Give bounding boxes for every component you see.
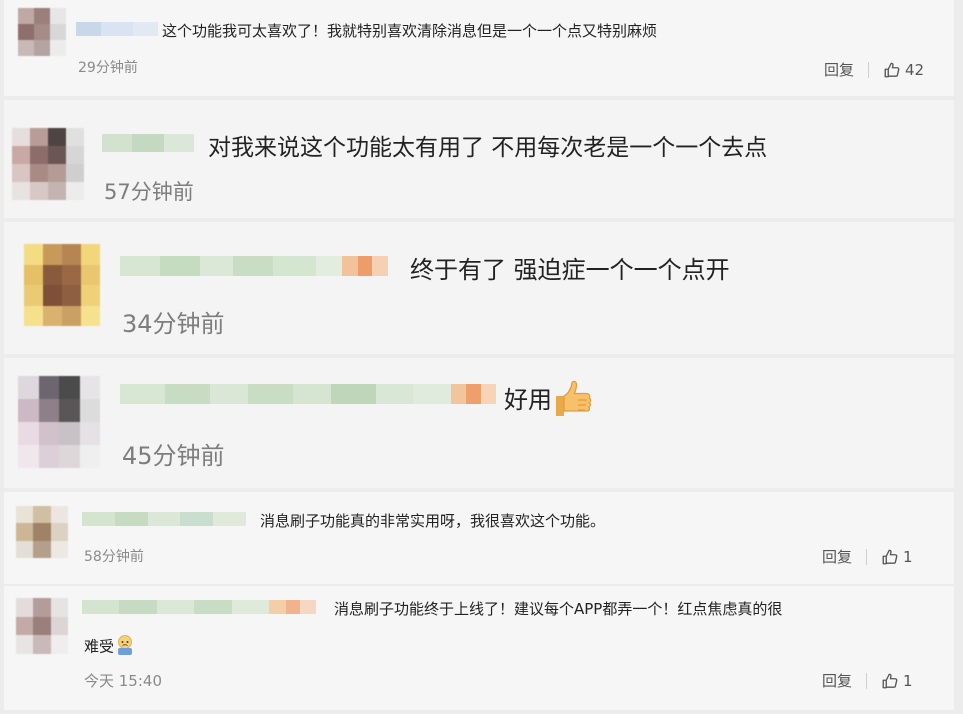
avatar[interactable] [12,128,84,200]
thumbs-up-icon [882,673,898,688]
comment-text: 消息刷子功能真的非常实用呀，我很喜欢这个功能。 [260,512,606,530]
like-button[interactable]: 42 [883,61,924,79]
avatar[interactable] [16,598,68,654]
comment-time: 45分钟前 [122,442,225,470]
comment-text: 这个功能我可太喜欢了！我就特别喜欢清除消息但是一个一个点又特别麻烦 [162,22,658,40]
avatar[interactable] [18,376,100,468]
reply-button[interactable]: 回复 [822,546,852,567]
comment-text: 好用 [504,378,596,424]
comment-text-content: 好用 [504,386,552,414]
avatar[interactable] [16,506,68,558]
username[interactable] [120,384,496,404]
comment-time: 58分钟前 [84,549,144,565]
avatar[interactable] [24,244,100,326]
username[interactable] [102,134,194,152]
like-count: 42 [905,60,925,79]
username[interactable] [82,512,246,526]
divider [866,672,868,689]
comment-text-line1: 消息刷子功能终于上线了！建议每个APP都弄一个！红点焦虑真的很 [334,600,783,618]
comment-text-line2: 难受 [84,634,136,660]
comment-text: 终于有了 强迫症一个一个点开 [410,256,730,284]
divider [868,61,870,78]
like-count: 1 [903,547,913,566]
comment-actions: 回复 1 [822,670,913,691]
username[interactable] [120,256,388,276]
thumbs-up-emoji-icon [552,378,596,424]
thumbs-up-icon [884,62,900,77]
avatar[interactable] [18,8,66,56]
reply-button[interactable]: 回复 [822,670,852,691]
comment-card: 好用 45分钟前 [4,358,954,488]
comment-actions: 回复 42 [824,59,924,80]
comment-card: 终于有了 强迫症一个一个点开 34分钟前 [4,222,954,354]
comment-time: 29分钟前 [78,60,138,76]
username[interactable] [76,22,158,36]
comment-card: 对我来说这个功能太有用了 不用每次老是一个一个去点 57分钟前 [4,100,954,218]
comment-text: 对我来说这个功能太有用了 不用每次老是一个一个去点 [208,135,768,161]
comment-actions: 回复 1 [822,546,913,567]
comment-card: 消息刷子功能真的非常实用呀，我很喜欢这个功能。 58分钟前 回复 1 [4,492,954,584]
like-button[interactable]: 1 [881,672,913,690]
thumbs-up-icon [882,549,898,564]
like-count: 1 [903,671,913,690]
comment-text-line2-content: 难受 [84,637,115,656]
comment-time: 今天 15:40 [84,672,162,690]
username[interactable] [82,600,316,614]
like-button[interactable]: 1 [881,548,913,566]
comment-time: 34分钟前 [122,310,225,338]
reply-button[interactable]: 回复 [824,59,854,80]
comment-time: 57分钟前 [104,180,194,204]
worried-face-emoji-icon [114,634,136,660]
divider [866,548,868,565]
comment-card: 这个功能我可太喜欢了！我就特别喜欢清除消息但是一个一个点又特别麻烦 29分钟前 … [4,0,954,96]
comment-card: 消息刷子功能终于上线了！建议每个APP都弄一个！红点焦虑真的很 难受 今天 15… [4,586,954,710]
